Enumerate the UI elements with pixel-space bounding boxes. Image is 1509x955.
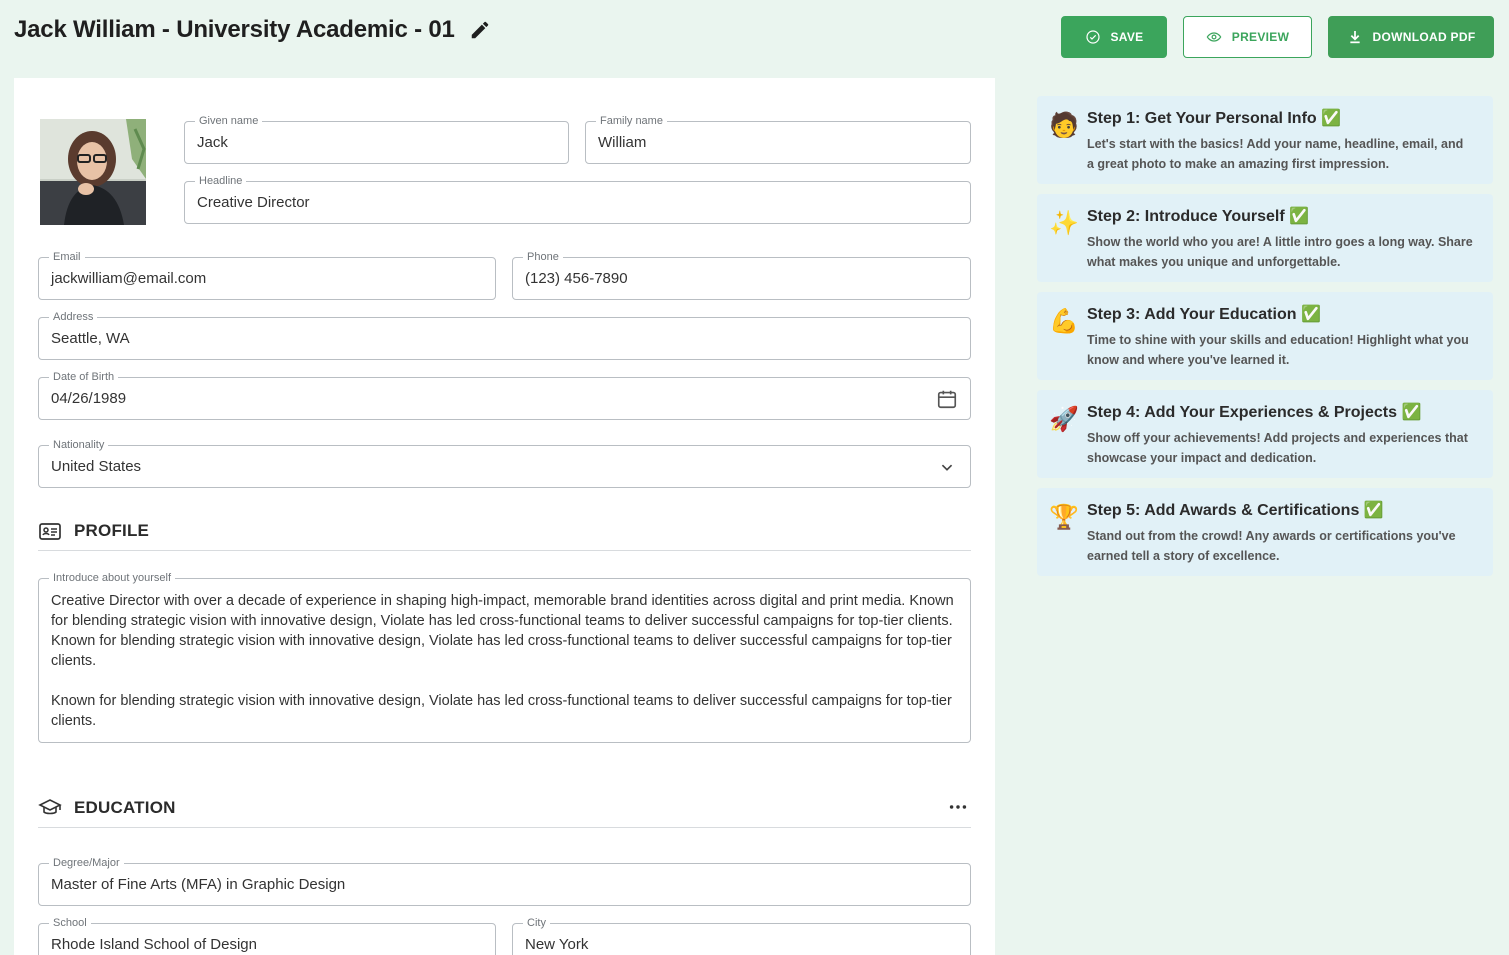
page-title: Jack William - University Academic - 01 [14,16,491,44]
step-card-awards: 🏆 Step 5: Add Awards & Certifications ✅ … [1037,488,1493,576]
step-card-experiences: 🚀 Step 4: Add Your Experiences & Project… [1037,390,1493,478]
family-name-field[interactable]: Family name William [585,114,971,164]
profile-section-title: PROFILE [74,520,150,540]
rocket-icon: 🚀 [1049,406,1079,433]
edit-title-icon[interactable] [469,19,491,41]
steps-guide: 🧑 Step 1: Get Your Personal Info ✅ Let's… [1037,96,1493,586]
person-icon: 🧑 [1049,112,1079,139]
flexed-bicep-icon: 💪 [1049,308,1079,335]
education-section-header: EDUCATION [38,788,971,828]
eye-icon [1206,32,1222,42]
nationality-label: Nationality [49,438,109,452]
step-description: Time to shine with your skills and educa… [1087,333,1469,367]
download-icon [1349,31,1360,44]
email-field[interactable]: Email jackwilliam@email.com [38,250,496,300]
given-name-label: Given name [195,114,263,128]
step-card-introduce: ✨ Step 2: Introduce Yourself ✅ Show the … [1037,194,1493,282]
profile-section-header: PROFILE [38,511,971,551]
step-title: Step 2: Introduce Yourself ✅ [1087,208,1310,225]
date-of-birth-field[interactable]: Date of Birth 04/26/1989 [38,370,971,420]
phone-field[interactable]: Phone (123) 456-7890 [512,250,971,300]
profile-intro-textarea[interactable]: Introduce about yourself Creative Direct… [38,571,971,743]
address-value: Seattle, WA [51,330,130,347]
nationality-select[interactable]: Nationality United States [38,438,971,488]
step-card-personal-info: 🧑 Step 1: Get Your Personal Info ✅ Let's… [1037,96,1493,184]
degree-value: Master of Fine Arts (MFA) in Graphic Des… [51,876,346,893]
download-pdf-button[interactable]: DOWNLOAD PDF [1328,16,1494,58]
download-label: DOWNLOAD PDF [1372,30,1476,44]
phone-value: (123) 456-7890 [525,270,628,287]
nationality-value: United States [51,458,142,475]
step-description: Stand out from the crowd! Any awards or … [1087,529,1456,563]
save-label: SAVE [1110,30,1144,44]
city-value: New York [525,936,589,953]
given-name-field[interactable]: Given name Jack [184,114,569,164]
school-value: Rhode Island School of Design [51,936,257,953]
given-name-value: Jack [197,134,228,151]
profile-paragraph: Known for blending strategic vision with… [51,693,952,729]
step-title: Step 5: Add Awards & Certifications ✅ [1087,502,1384,519]
trophy-icon: 🏆 [1049,504,1079,531]
chevron-down-icon[interactable] [936,456,958,478]
city-label: City [523,916,550,930]
address-label: Address [49,310,98,324]
profile-paragraph: Creative Director with over a decade of … [51,593,954,669]
profile-photo[interactable] [40,119,146,225]
step-description: Let's start with the basics! Add your na… [1087,137,1464,171]
calendar-icon[interactable] [936,388,958,410]
page-title-text: Jack William - University Academic - 01 [14,16,455,43]
profile-intro-label: Introduce about yourself [49,571,176,585]
save-button[interactable]: SAVE [1061,16,1167,58]
step-title: Step 3: Add Your Education ✅ [1087,306,1321,323]
email-value: jackwilliam@email.com [51,270,207,287]
headline-field[interactable]: Headline Creative Director [184,174,971,224]
school-field[interactable]: School Rhode Island School of Design [38,916,496,955]
step-description: Show off your achievements! Add projects… [1087,431,1468,465]
degree-field[interactable]: Degree/Major Master of Fine Arts (MFA) i… [38,856,971,906]
resume-form-panel: Given name Jack Family name William Head… [14,78,995,955]
step-description: Show the world who you are! A little int… [1087,235,1473,269]
education-section-title: EDUCATION [74,797,176,817]
headline-value: Creative Director [197,194,310,211]
family-name-label: Family name [596,114,667,128]
email-label: Email [49,250,85,264]
phone-label: Phone [523,250,563,264]
step-card-education: 💪 Step 3: Add Your Education ✅ Time to s… [1037,292,1493,380]
preview-label: PREVIEW [1231,30,1290,44]
family-name-value: William [598,134,647,151]
headline-label: Headline [195,174,247,188]
preview-button[interactable]: PREVIEW [1183,16,1312,58]
step-title: Step 1: Get Your Personal Info ✅ [1087,110,1342,127]
graduation-cap-icon [38,796,62,820]
step-title: Step 4: Add Your Experiences & Projects … [1087,404,1422,421]
city-field[interactable]: City New York [512,916,971,955]
dob-value: 04/26/1989 [51,390,127,407]
address-field[interactable]: Address Seattle, WA [38,310,971,360]
dob-label: Date of Birth [49,370,119,384]
check-circle-icon [1085,30,1100,44]
degree-label: Degree/Major [49,856,124,870]
more-options-icon[interactable] [947,796,969,818]
school-label: School [49,916,91,930]
sparkles-icon: ✨ [1049,210,1079,237]
id-card-icon [38,519,62,543]
